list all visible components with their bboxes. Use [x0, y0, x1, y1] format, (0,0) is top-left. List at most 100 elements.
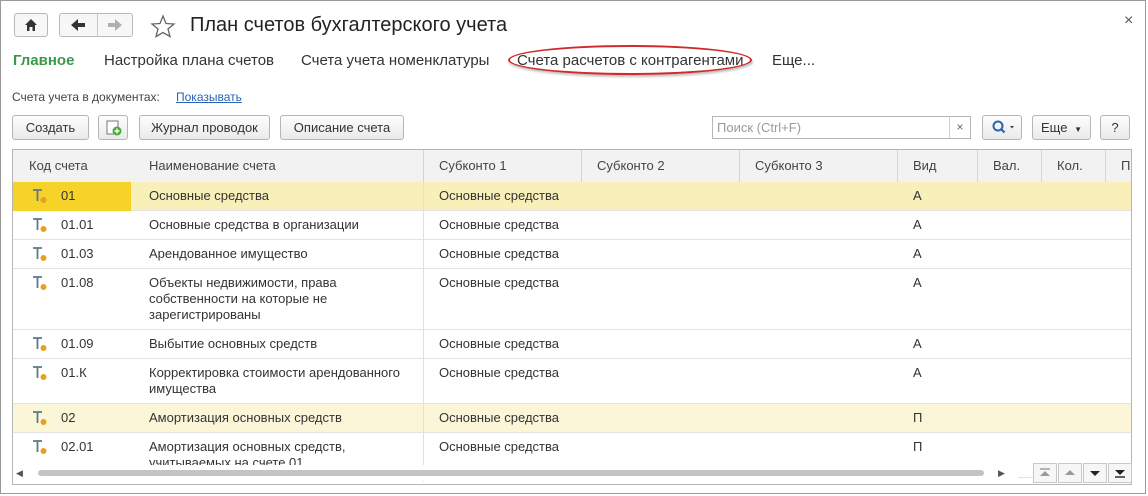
column-divider: [423, 182, 424, 482]
account-name: Корректировка стоимости арендованного им…: [149, 365, 400, 396]
search-placeholder: Поиск (Ctrl+F): [717, 120, 802, 135]
account-kind: А: [913, 365, 922, 380]
table-row[interactable]: 01.09 Выбытие основных средств Основные …: [13, 330, 1131, 359]
col-subconto2[interactable]: Субконто 2: [597, 150, 665, 182]
account-subconto1: Основные средства: [439, 439, 559, 454]
forward-button[interactable]: [97, 14, 133, 36]
account-code: 02.01: [61, 439, 94, 454]
favorite-button[interactable]: [150, 14, 176, 38]
add-document-button[interactable]: [98, 115, 128, 140]
account-kind: П: [913, 439, 923, 454]
table-header: Код счета Наименование счета Субконто 1 …: [13, 150, 1131, 183]
tab-nomenclature-accounts[interactable]: Счета учета номенклатуры: [301, 52, 489, 69]
col-subconto1[interactable]: Субконто 1: [439, 150, 507, 182]
search-clear-button[interactable]: ×: [949, 117, 970, 138]
page-title: План счетов бухгалтерского учета: [190, 14, 508, 36]
page-last-button[interactable]: [1108, 463, 1132, 483]
account-code: 01.08: [61, 275, 94, 290]
account-name: Выбытие основных средств: [149, 336, 318, 351]
table-row[interactable]: 01.03 Арендованное имущество Основные ср…: [13, 240, 1131, 269]
tab-more[interactable]: Еще...: [772, 52, 815, 69]
account-code: 01.К: [61, 365, 87, 380]
account-type-icon: [33, 247, 47, 261]
account-type-icon: [33, 189, 47, 203]
more-button-label: Еще: [1041, 120, 1068, 135]
account-code: 01.03: [61, 246, 94, 261]
account-type-icon: [33, 337, 47, 351]
col-kind[interactable]: Вид: [913, 150, 937, 182]
account-name: Арендованное имущество: [149, 246, 308, 261]
account-type-icon: [33, 218, 47, 232]
account-subconto1: Основные средства: [439, 336, 559, 351]
chevron-down-icon: [1090, 471, 1100, 476]
last-page-icon: [1115, 470, 1125, 478]
account-type-icon: [33, 276, 47, 290]
account-name: Амортизация основных средств: [149, 410, 342, 425]
account-kind: А: [913, 246, 922, 261]
scroll-left-icon[interactable]: ◀: [16, 468, 23, 479]
table-row[interactable]: 01.К Корректировка стоимости арендованно…: [13, 359, 1131, 404]
chevron-up-icon: [1065, 470, 1075, 475]
account-type-icon: [33, 411, 47, 425]
arrow-right-icon: [108, 19, 122, 31]
account-kind: А: [913, 275, 922, 290]
search-button[interactable]: [982, 115, 1022, 140]
search-icon: [992, 120, 1014, 134]
help-button[interactable]: ?: [1100, 115, 1130, 140]
col-code[interactable]: Код счета: [29, 150, 88, 182]
account-name: Основные средства в организации: [149, 217, 359, 232]
table-row[interactable]: 01 Основные средства Основные средства А: [13, 182, 1131, 211]
highlight-oval: [508, 45, 752, 75]
search-input[interactable]: Поиск (Ctrl+F) ×: [712, 116, 971, 139]
account-subconto1: Основные средства: [439, 365, 559, 380]
account-kind: А: [913, 336, 922, 351]
col-subconto3[interactable]: Субконто 3: [755, 150, 823, 182]
page-down-button[interactable]: [1083, 463, 1107, 483]
account-code: 01: [61, 188, 76, 203]
scroll-track[interactable]: [26, 468, 998, 478]
table-row[interactable]: 02 Амортизация основных средств Основные…: [13, 404, 1131, 433]
more-button[interactable]: Еще ▼: [1032, 115, 1091, 140]
col-quantity[interactable]: Кол.: [1057, 150, 1083, 182]
scroll-thumb[interactable]: [38, 470, 984, 476]
back-button[interactable]: [60, 14, 98, 36]
home-icon: [25, 19, 37, 31]
page-first-button[interactable]: [1033, 463, 1057, 483]
account-subconto1: Основные средства: [439, 410, 559, 425]
create-button[interactable]: Создать: [12, 115, 89, 140]
arrow-left-icon: [71, 19, 85, 31]
journal-button[interactable]: Журнал проводок: [139, 115, 270, 140]
account-name: Объекты недвижимости, права собственност…: [149, 275, 337, 322]
account-subconto1: Основные средства: [439, 246, 559, 261]
page-up-button[interactable]: [1058, 463, 1082, 483]
col-currency[interactable]: Вал.: [993, 150, 1020, 182]
account-subconto1: Основные средства: [439, 275, 559, 290]
account-name: Основные средства: [149, 188, 269, 203]
scroll-right-icon[interactable]: ▶: [998, 468, 1005, 479]
account-subconto1: Основные средства: [439, 188, 559, 203]
first-page-icon: [1040, 468, 1050, 476]
add-document-icon: [106, 120, 122, 136]
star-icon: [150, 14, 176, 38]
table-row[interactable]: 01.08 Объекты недвижимости, права собств…: [13, 269, 1131, 330]
account-code: 02: [61, 410, 76, 425]
account-kind: П: [913, 410, 923, 425]
tab-main[interactable]: Главное: [13, 52, 74, 69]
account-type-icon: [33, 440, 47, 454]
account-code: 01.01: [61, 217, 94, 232]
close-button[interactable]: ×: [1124, 12, 1133, 30]
table-row[interactable]: 01.01 Основные средства в организации Ос…: [13, 211, 1131, 240]
col-name[interactable]: Наименование счета: [149, 150, 276, 182]
account-subconto1: Основные средства: [439, 217, 559, 232]
account-kind: А: [913, 188, 922, 203]
accounts-table: Код счета Наименование счета Субконто 1 …: [12, 149, 1132, 485]
col-p[interactable]: П: [1121, 150, 1130, 182]
home-button[interactable]: [14, 13, 48, 37]
chevron-down-icon: ▼: [1074, 125, 1082, 134]
documents-show-link[interactable]: Показывать: [176, 90, 242, 104]
documents-label: Счета учета в документах:: [12, 90, 160, 104]
account-description-button[interactable]: Описание счета: [280, 115, 404, 140]
tab-chart-settings[interactable]: Настройка плана счетов: [104, 52, 274, 69]
account-type-icon: [33, 366, 47, 380]
account-code: 01.09: [61, 336, 94, 351]
